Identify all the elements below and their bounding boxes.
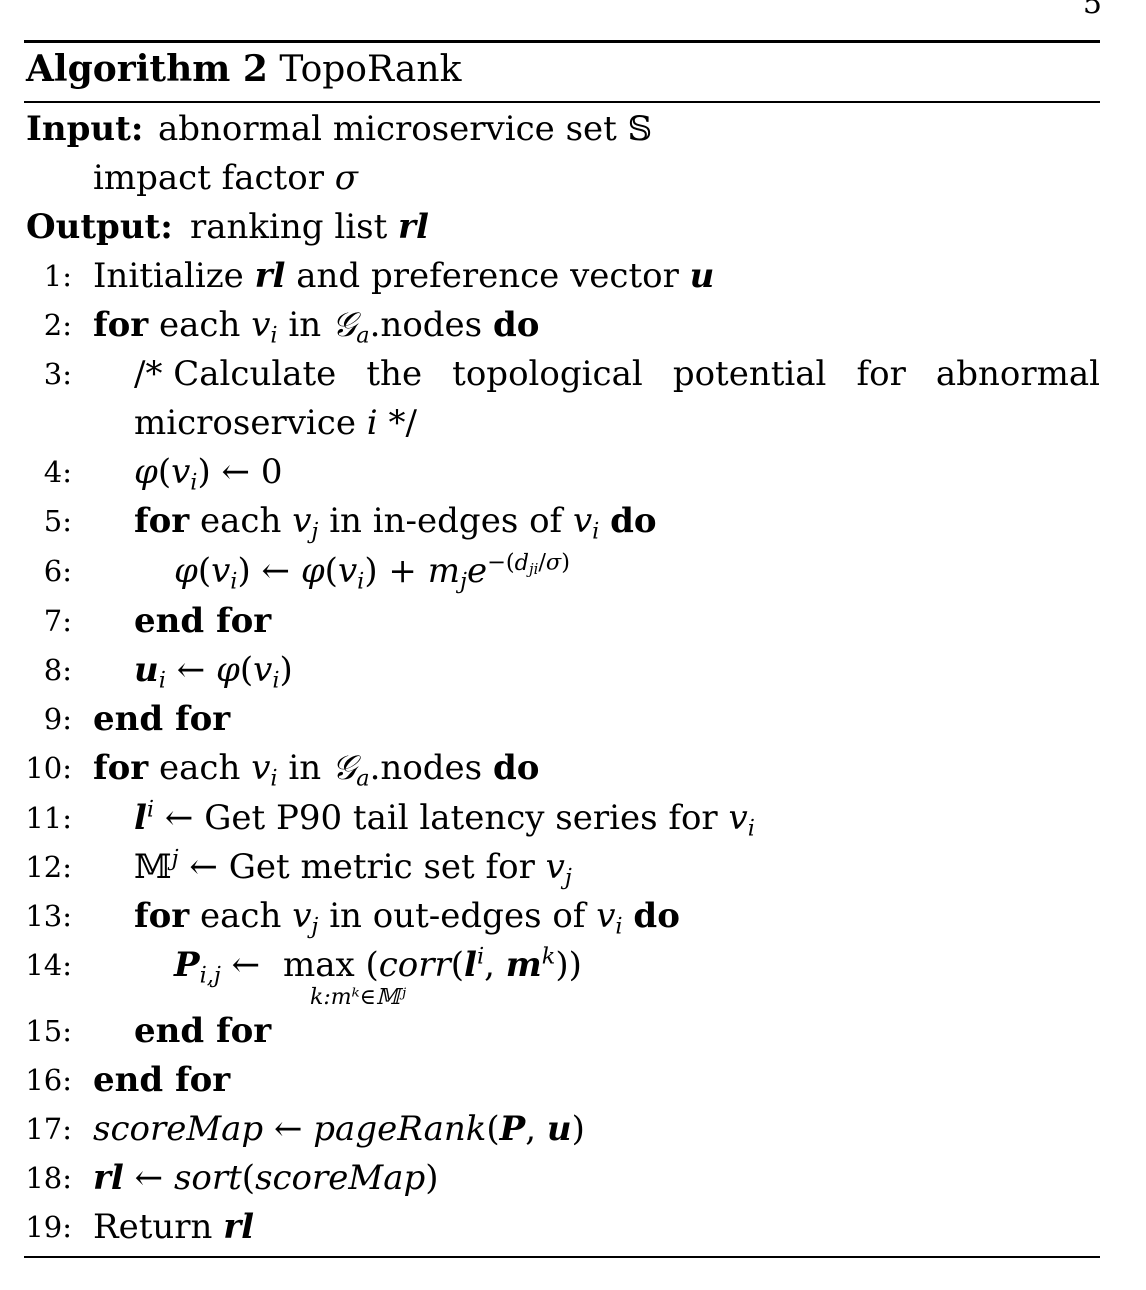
line-number: 7: (43, 604, 72, 638)
line-number: 12: (25, 850, 72, 884)
line-number: 5: (43, 504, 72, 538)
max-subscript: k:mᵏ∈𝕄ʲ (310, 985, 407, 1010)
line-content: end for (134, 601, 272, 641)
output-desc: ranking list rl (190, 207, 429, 247)
line-content: for each vj in out-edges of vi do (134, 896, 680, 940)
line-number: 16: (25, 1063, 72, 1097)
line-content: φ(vi) ← 0 (134, 452, 283, 496)
line-content: Pi,j ← max (corr(li, mk)) (174, 943, 582, 989)
input-label: Input: (26, 109, 144, 149)
line-content: scoreMap ← pageRank(P, u) (93, 1109, 585, 1149)
algorithm-name: TopoRank (279, 49, 462, 90)
line-content: for each vi in 𝒢a.nodes do (93, 748, 540, 792)
line-content: 𝕄j ← Get metric set for vj (134, 845, 572, 891)
line-number: 15: (25, 1014, 72, 1048)
algorithm-label: Algorithm 2 (26, 48, 268, 90)
line-number: 1: (43, 259, 72, 293)
comment-cont: microservice i */ (134, 403, 417, 443)
input-1: abnormal microservice set 𝕊 (158, 109, 653, 149)
top-rule (24, 40, 1100, 43)
line-number: 19: (25, 1210, 72, 1244)
line-content: end for (93, 699, 231, 739)
line-content: end for (134, 1011, 272, 1051)
line-content: for each vi in 𝒢a.nodes do (93, 305, 540, 349)
line-number: 10: (25, 751, 72, 785)
line-content: for each vj in in-edges of vi do (134, 501, 657, 545)
line-number: 11: (25, 801, 72, 835)
bottom-rule (24, 1256, 1100, 1258)
caption-rule (24, 101, 1100, 103)
line-number: 13: (25, 899, 72, 933)
line-number: 18: (25, 1161, 72, 1195)
line-number: 2: (43, 308, 72, 342)
output-label: Output: (26, 207, 173, 247)
line-content: end for (93, 1060, 231, 1100)
line-content: rl ← sort(scoreMap) (93, 1158, 439, 1198)
comment-line: /* Calculate the topological potential for ab… (134, 354, 1100, 394)
line-content: φ(vi) ← φ(vi) + mje−(dji/σ) (174, 549, 570, 595)
max-operator: max (282, 945, 355, 985)
line-number: 14: (25, 948, 72, 982)
line-content: Initialize rl and preference vector u (93, 256, 715, 296)
line-number: 17: (25, 1112, 72, 1146)
line-content: ui ← φ(vi) (134, 650, 293, 694)
line-number: 8: (43, 653, 72, 687)
line-number: 9: (43, 702, 72, 736)
line-number: 4: (43, 455, 72, 489)
line-content: li ← Get P90 tail latency series for vi (134, 796, 755, 842)
line-number: 3: (43, 357, 72, 391)
algorithm-title: Algorithm 2 TopoRank (26, 46, 461, 92)
line-number: 6: (43, 554, 72, 588)
page-number: 5 (1082, 0, 1102, 21)
input-2: impact factor σ (93, 158, 358, 198)
line-content: Return rl (93, 1207, 255, 1247)
